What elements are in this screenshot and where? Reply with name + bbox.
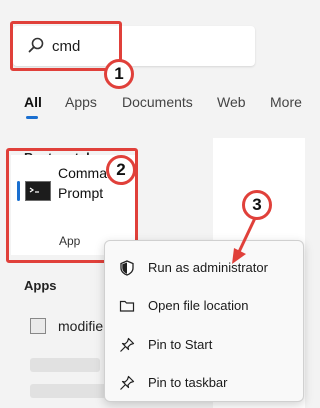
pin-icon (120, 375, 135, 390)
menu-open-file-location[interactable]: Open file location (105, 288, 303, 324)
tab-more[interactable]: More (270, 94, 302, 110)
blurred-row (30, 384, 108, 398)
apps-heading: Apps (24, 278, 57, 293)
menu-label: Pin to Start (148, 337, 213, 352)
tab-documents[interactable]: Documents (122, 94, 193, 110)
menu-pin-to-start[interactable]: Pin to Start (105, 327, 303, 363)
search-highlight (10, 21, 122, 71)
shield-icon (120, 260, 134, 276)
blurred-row (30, 358, 100, 372)
tab-apps[interactable]: Apps (65, 94, 97, 110)
app-item-label[interactable]: modifie (58, 318, 108, 334)
menu-label: Open file location (148, 298, 249, 313)
active-tab-indicator (26, 116, 38, 119)
menu-pin-to-taskbar[interactable]: Pin to taskbar (105, 365, 303, 401)
callout-2: 2 (106, 155, 136, 185)
callout-3: 3 (242, 190, 272, 220)
tab-web[interactable]: Web (217, 94, 246, 110)
folder-icon (119, 300, 135, 312)
callout-1: 1 (104, 59, 134, 89)
app-icon (30, 318, 46, 334)
callout-arrow-icon (232, 215, 258, 264)
menu-label: Pin to taskbar (148, 375, 228, 390)
pin-icon (120, 337, 135, 352)
tab-all[interactable]: All (24, 94, 42, 110)
